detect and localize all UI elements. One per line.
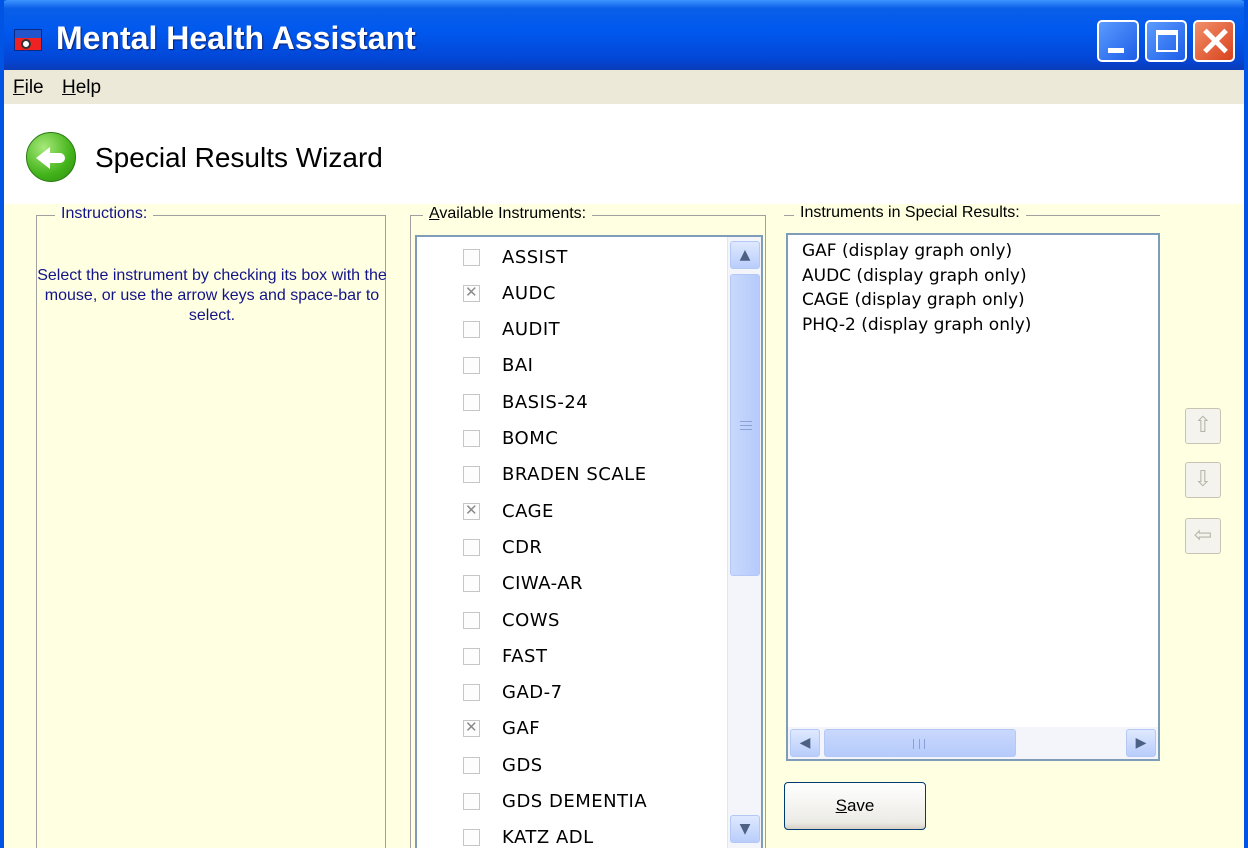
- instrument-checkbox[interactable]: [463, 647, 480, 665]
- available-instruments-list[interactable]: ASSIST AUDC AUDIT BAI BASIS-24 BOMC BRADEN SCA…: [415, 235, 763, 848]
- instrument-checkbox[interactable]: [463, 393, 480, 411]
- special-result-item[interactable]: GAF (display graph only): [802, 241, 1012, 261]
- instrument-checkbox[interactable]: [463, 430, 480, 447]
- instrument-list-item[interactable]: FAST: [463, 638, 723, 674]
- special-results-label: Instruments in Special Results:: [794, 204, 1026, 222]
- instrument-checkbox[interactable]: [463, 501, 480, 520]
- instrument-list-item[interactable]: CDR: [463, 529, 723, 565]
- instrument-label: BRADEN SCALE: [502, 464, 647, 486]
- back-arrow-icon: [36, 147, 50, 169]
- instrument-label: BOMC: [502, 428, 559, 449]
- instrument-label: ASSIST: [502, 246, 568, 268]
- instrument-checkbox[interactable]: [463, 283, 480, 302]
- remove-button[interactable]: ⇦: [1185, 518, 1221, 554]
- instrument-label: CDR: [502, 536, 543, 558]
- window-frame-right: [1244, 0, 1248, 848]
- instructions-label: Instructions:: [55, 205, 154, 223]
- instrument-label: COWS: [502, 609, 560, 631]
- menu-help[interactable]: Help: [62, 77, 101, 99]
- special-result-item[interactable]: CAGE (display graph only): [802, 290, 1025, 310]
- instrument-list-item[interactable]: AUDIT: [463, 312, 723, 348]
- menu-bar: File Help: [4, 70, 1244, 104]
- instrument-label: GAD-7: [502, 682, 563, 704]
- instrument-checkbox[interactable]: [463, 538, 480, 556]
- move-up-arrow-icon: ⇧: [1193, 413, 1213, 438]
- scroll-left-button[interactable]: ◀: [790, 729, 820, 757]
- instrument-checkbox[interactable]: [463, 718, 480, 738]
- instrument-label: KATZ ADL: [502, 827, 594, 848]
- instrument-checkbox[interactable]: [463, 684, 480, 702]
- move-down-arrow-icon: ⇩: [1193, 467, 1213, 492]
- wizard-body: Instructions: Select the instrument by c…: [4, 204, 1244, 848]
- special-results-list[interactable]: GAF (display graph only) AUDC (display gr…: [786, 233, 1160, 761]
- instrument-checkbox[interactable]: [463, 321, 480, 339]
- remove-left-arrow-icon: ⇦: [1193, 523, 1213, 548]
- instrument-list-item[interactable]: CIWA-AR: [463, 566, 723, 602]
- instrument-checkbox[interactable]: [463, 611, 480, 629]
- instrument-label: GDS DEMENTIA: [502, 791, 648, 812]
- instrument-checkbox[interactable]: [463, 466, 480, 484]
- instrument-list-item[interactable]: CAGE: [463, 493, 723, 529]
- instrument-label: FAST: [502, 645, 548, 667]
- instrument-list-item[interactable]: COWS: [463, 602, 723, 638]
- instrument-list-item[interactable]: KATZ ADL: [463, 820, 723, 848]
- instrument-checkbox[interactable]: [463, 829, 480, 847]
- instrument-label: BASIS-24: [502, 391, 589, 413]
- client-area: File Help Special Results Wizard Instruc…: [4, 70, 1244, 848]
- instructions-group: Instructions: Select the instrument by c…: [36, 205, 387, 848]
- instrument-checkbox[interactable]: [463, 248, 480, 266]
- instrument-checkbox[interactable]: [463, 756, 480, 774]
- vertical-scrollbar[interactable]: ▲ ▼: [727, 237, 761, 848]
- instrument-checkbox[interactable]: [463, 793, 480, 810]
- instrument-list-item[interactable]: ASSIST: [463, 239, 723, 275]
- available-instruments-label: Available Instruments:: [423, 205, 593, 223]
- instrument-list-item[interactable]: BASIS-24: [463, 384, 723, 420]
- move-up-button[interactable]: ⇧: [1185, 408, 1221, 444]
- back-button[interactable]: [26, 132, 76, 182]
- instrument-checkbox[interactable]: [463, 357, 480, 375]
- special-results-group: Instruments in Special Results: GAF (dis…: [784, 204, 1166, 769]
- instrument-checkbox[interactable]: [463, 575, 480, 593]
- scroll-up-button[interactable]: ▲: [730, 241, 760, 269]
- move-down-button[interactable]: ⇩: [1185, 462, 1221, 498]
- minimize-button[interactable]: [1097, 20, 1139, 62]
- instrument-list-item[interactable]: GAF: [463, 711, 723, 747]
- instrument-list-item[interactable]: AUDC: [463, 275, 723, 311]
- special-result-item[interactable]: AUDC (display graph only): [802, 266, 1027, 286]
- page-title: Special Results Wizard: [95, 142, 383, 173]
- window-frame-left: [0, 0, 4, 848]
- window-title: Mental Health Assistant: [56, 20, 416, 56]
- scroll-thumb[interactable]: [730, 274, 760, 576]
- instrument-label: AUDC: [502, 282, 556, 304]
- app-icon[interactable]: [14, 29, 42, 51]
- special-result-item[interactable]: PHQ-2 (display graph only): [802, 315, 1031, 335]
- save-button[interactable]: Save: [784, 782, 926, 830]
- instrument-label: GAF: [502, 718, 541, 740]
- available-instruments-group: Available Instruments: ASSIST AUDC AUDIT BA…: [410, 205, 766, 848]
- instrument-list-item[interactable]: BRADEN SCALE: [463, 457, 723, 493]
- maximize-button[interactable]: [1145, 20, 1187, 62]
- instrument-label: AUDIT: [502, 319, 561, 341]
- menu-file[interactable]: File: [13, 77, 44, 99]
- instrument-label: CIWA-AR: [502, 573, 584, 595]
- instructions-text: Select the instrument by checking its bo…: [37, 267, 387, 324]
- instrument-list-item[interactable]: GAD-7: [463, 675, 723, 711]
- horizontal-scroll-thumb[interactable]: [824, 729, 1016, 757]
- instrument-list-item[interactable]: GDS DEMENTIA: [463, 784, 723, 820]
- close-button[interactable]: [1193, 20, 1235, 62]
- app-window: Mental Health Assistant File Help Specia…: [0, 0, 1248, 848]
- horizontal-scrollbar[interactable]: ◀ ▶: [788, 727, 1158, 759]
- instrument-label: GDS: [502, 754, 543, 776]
- instrument-label: CAGE: [502, 500, 554, 522]
- wizard-header: Special Results Wizard: [4, 104, 1244, 204]
- title-bar[interactable]: Mental Health Assistant: [0, 0, 1248, 70]
- instrument-list-item[interactable]: BOMC: [463, 421, 723, 457]
- scroll-right-button[interactable]: ▶: [1126, 729, 1156, 757]
- instrument-list-item[interactable]: BAI: [463, 348, 723, 384]
- maximize-icon: [1156, 30, 1178, 52]
- instrument-label: BAI: [502, 355, 534, 377]
- instrument-list-item[interactable]: GDS: [463, 747, 723, 783]
- scroll-down-button[interactable]: ▼: [730, 815, 760, 843]
- minimize-icon: [1108, 48, 1124, 53]
